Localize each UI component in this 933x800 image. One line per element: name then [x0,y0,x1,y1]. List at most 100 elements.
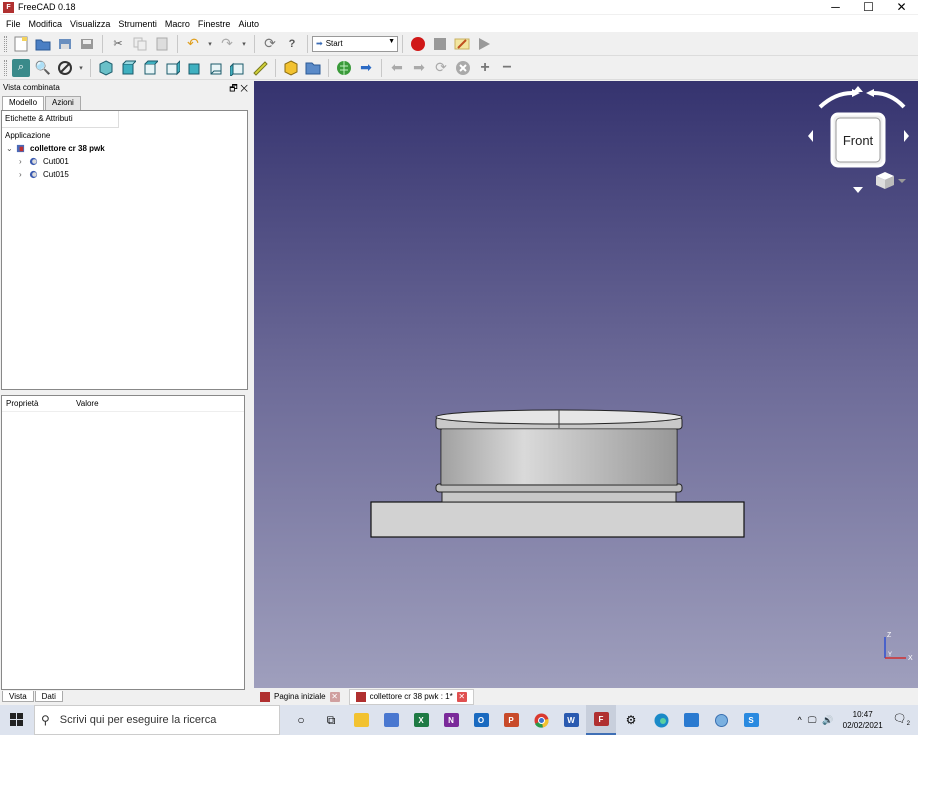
view-isometric-icon[interactable] [97,59,115,77]
fit-selection-icon[interactable]: 🔍 [34,59,52,77]
nav-up-icon [853,86,863,92]
navcube-face-label[interactable]: Front [843,133,874,148]
paste-icon[interactable] [153,35,171,53]
tree-document[interactable]: ⌄ collettore cr 38 pwk [6,142,105,154]
tab-azioni[interactable]: Azioni [45,96,81,110]
macro-stop-icon[interactable] [431,35,449,53]
maximize-button[interactable]: ☐ [852,0,885,14]
copy-icon[interactable] [131,35,149,53]
close-button[interactable]: ✕ [885,0,918,14]
web-open-icon[interactable]: ➡ [357,59,375,77]
cortana-icon[interactable]: ○ [286,705,316,735]
windows-start-button[interactable] [0,705,34,735]
tree-item-cut001[interactable]: › Cut001 [19,155,69,167]
toolbar-grip[interactable] [4,35,7,52]
nav-forward-icon[interactable]: ➡ [410,59,428,77]
view-bottom-icon[interactable] [207,59,225,77]
chevron-right-icon[interactable]: › [19,157,29,166]
edge-icon[interactable] [646,705,676,735]
save-as-icon[interactable] [78,35,96,53]
new-document-icon[interactable] [12,35,30,53]
panel-float-close-icon[interactable]: 🗗 ✕ [229,81,248,97]
menu-strumenti[interactable]: Strumenti [114,19,161,29]
macro-run-icon[interactable] [475,35,493,53]
chevron-right-icon[interactable]: › [19,170,29,179]
3d-scene[interactable]: Front Z Y X [254,81,918,688]
zoom-in-icon[interactable]: + [476,59,494,77]
onenote-icon[interactable]: N [436,705,466,735]
clock[interactable]: 10:47 02/02/2021 [843,709,883,731]
menu-modifica[interactable]: Modifica [25,19,67,29]
minimize-button[interactable]: ─ [819,0,852,14]
tab-vista[interactable]: Vista [2,691,34,702]
menu-file[interactable]: File [2,19,25,29]
create-part-icon[interactable] [282,59,300,77]
nav-back-icon[interactable]: ⬅ [388,59,406,77]
create-group-icon[interactable] [304,59,322,77]
tray-chevron-up-icon[interactable]: ^ [798,715,802,725]
tab-dati[interactable]: Dati [34,691,63,702]
messenger-icon[interactable]: S [736,705,766,735]
menu-finestre[interactable]: Finestre [194,19,235,29]
volume-icon[interactable]: 🔊 [822,715,833,726]
menu-aiuto[interactable]: Aiuto [234,19,263,29]
web-start-icon[interactable] [335,59,353,77]
refresh-icon[interactable]: ⟳ [261,35,279,53]
onedrive-app-icon[interactable] [676,705,706,735]
store-icon[interactable] [376,705,406,735]
save-icon[interactable] [56,35,74,53]
zoom-out-icon[interactable]: − [498,59,516,77]
cut-icon[interactable]: ✂ [109,35,127,53]
outlook-icon[interactable]: O [466,705,496,735]
tab-pagina-iniziale[interactable]: Pagina iniziale ✕ [254,689,346,705]
task-view-icon[interactable]: ⧉ [316,705,346,735]
tab-modello[interactable]: Modello [2,96,45,110]
undo-icon[interactable]: ↶ [184,35,202,53]
redo-dropdown-icon[interactable]: ▾ [240,35,248,53]
view-left-icon[interactable] [229,59,247,77]
freecad-taskbar-icon[interactable]: F [586,705,616,735]
nav-refresh-icon[interactable]: ⟳ [432,59,450,77]
windows-logo-icon [10,713,23,726]
close-tab-icon[interactable]: ✕ [456,691,467,702]
view-right-icon[interactable] [163,59,181,77]
excel-icon[interactable]: X [406,705,436,735]
globe-app-icon[interactable] [706,705,736,735]
view-rear-icon[interactable] [185,59,203,77]
menu-macro[interactable]: Macro [161,19,194,29]
chevron-down-icon[interactable]: ⌄ [6,144,16,153]
macro-edit-icon[interactable] [453,35,471,53]
word-icon[interactable]: W [556,705,586,735]
workbench-selector[interactable]: ➡ Start ▼ [312,35,398,52]
nav-stop-icon[interactable] [454,59,472,77]
view-front-icon[interactable] [119,59,137,77]
draw-style-icon[interactable] [56,59,74,77]
chrome-icon[interactable] [526,705,556,735]
network-icon[interactable]: 🖵 [808,715,817,726]
menu-visualizza[interactable]: Visualizza [66,19,114,29]
cut-feature-icon [29,170,38,178]
whats-this-icon[interactable]: ? [283,35,301,53]
model-shape[interactable] [370,409,745,538]
undo-dropdown-icon[interactable]: ▾ [206,35,214,53]
tree-item-cut015[interactable]: › Cut015 [19,168,69,180]
nav-down-icon [853,187,863,193]
close-tab-icon[interactable]: ✕ [329,691,340,702]
tree-root-label: Applicazione [5,130,51,140]
powerpoint-icon[interactable]: P [496,705,526,735]
settings-icon[interactable]: ⚙ [616,705,646,735]
measure-distance-icon[interactable] [251,59,269,77]
macro-record-icon[interactable] [409,35,427,53]
3d-view[interactable]: Front Z Y X [254,81,918,688]
tab-collettore[interactable]: collettore cr 38 pwk : 1* ✕ [348,688,474,705]
toolbar-grip[interactable] [4,59,7,76]
redo-icon[interactable]: ↷ [218,35,236,53]
view-top-icon[interactable] [141,59,159,77]
navigation-cube[interactable]: Front [808,86,909,193]
action-center-icon[interactable]: 🗨2 [893,712,910,727]
draw-style-dropdown-icon[interactable]: ▾ [78,59,84,77]
taskbar-search[interactable]: ⚲ Scrivi qui per eseguire la ricerca [34,705,280,735]
fit-all-icon[interactable]: ⌕ [12,58,30,77]
file-explorer-icon[interactable] [346,705,376,735]
open-folder-icon[interactable] [34,35,52,53]
